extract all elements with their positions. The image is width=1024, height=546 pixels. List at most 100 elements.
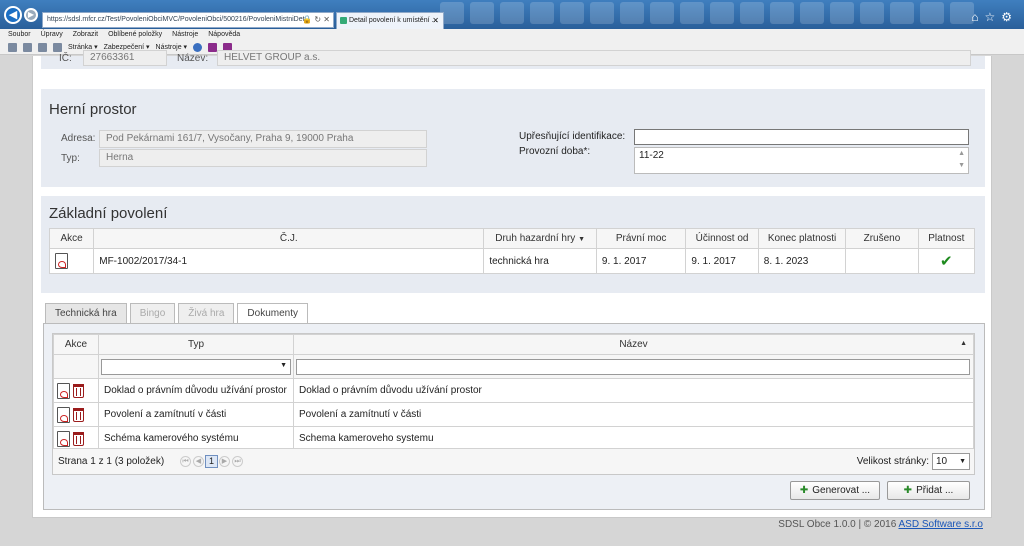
table-row: Povolení a zamítnutí v části Povolení a … — [53, 402, 974, 427]
ic-field: 27663361 — [83, 50, 167, 66]
documents-grid: Akce Typ Název ▲ ▼ Doklad o právním důvod… — [52, 333, 975, 475]
col-ucinnost[interactable]: Účinnost od — [685, 228, 759, 249]
trash-icon[interactable] — [73, 383, 84, 398]
trash-icon[interactable] — [73, 431, 84, 446]
doc-col-nazev[interactable]: Název ▲ — [293, 334, 974, 355]
menu-item-edit[interactable]: Úpravy — [41, 29, 63, 41]
table-row: MF-1002/2017/34-1 technická hra 9. 1. 20… — [48, 248, 976, 274]
cell-cj: MF-1002/2017/34-1 — [93, 248, 485, 274]
feeds-icon[interactable] — [23, 43, 32, 52]
ident-input[interactable] — [634, 129, 969, 145]
pdf-icon[interactable] — [55, 253, 68, 269]
dropdown-arrow-icon[interactable]: ▼ — [280, 362, 287, 369]
table-row: Schéma kamerového systému Schema kamerov… — [53, 426, 974, 451]
menu-item-favorites[interactable]: Oblíbené položky — [108, 29, 162, 41]
close-tab-icon[interactable]: ✕ — [432, 13, 439, 28]
forward-icon[interactable]: ▶ — [24, 8, 38, 22]
prev-page-icon[interactable]: ◀ — [193, 456, 204, 467]
add-button[interactable]: ✚ Přidat ... — [887, 481, 970, 500]
permit-header-row: Akce Č.J. Druh hazardní hry ▼ Právní moc… — [48, 228, 976, 249]
doc-col-typ[interactable]: Typ — [98, 334, 294, 355]
company-link[interactable]: ASD Software s.r.o — [899, 519, 983, 530]
pager-controls: ⏮ ◀ 1 ▶ ⏭ — [179, 455, 244, 468]
nazev-filter-input[interactable] — [296, 358, 970, 375]
name-field: HELVET GROUP a.s. — [217, 50, 971, 66]
permit-title: Základní povolení — [49, 205, 168, 222]
version-text: SDSL Obce 1.0.0 | © 2016 — [778, 519, 897, 530]
last-page-icon[interactable]: ⏭ — [232, 456, 243, 467]
cell-konec: 8. 1. 2023 — [757, 248, 847, 274]
menu-item-file[interactable]: Soubor — [8, 29, 31, 41]
next-page-icon[interactable]: ▶ — [219, 456, 230, 467]
col-platnost[interactable]: Platnost — [917, 228, 976, 249]
col-druh[interactable]: Druh hazardní hry ▼ — [483, 228, 597, 249]
filter-row: ▼ — [53, 354, 974, 379]
doc-col-akce: Akce — [53, 334, 99, 355]
doc-cell-typ: Doklad o právním důvodu užívání prostor — [98, 378, 294, 403]
print-icon[interactable] — [53, 43, 62, 52]
dropdown-arrow-icon[interactable]: ▼ — [959, 454, 966, 469]
cell-zruseno — [845, 248, 919, 274]
cell-ucinnost: 9. 1. 2017 — [685, 248, 759, 274]
address-field: Pod Pekárnami 161/7, Vysočany, Praha 9, … — [99, 130, 427, 148]
pdf-icon[interactable] — [57, 430, 70, 447]
back-icon[interactable]: ◀ — [4, 6, 22, 24]
type-label: Typ: — [61, 153, 80, 164]
home-star-gear-icons[interactable]: ⌂☆⚙ — [971, 10, 1018, 24]
col-akce: Akce — [48, 228, 95, 249]
generate-label: Generovat ... — [812, 485, 871, 496]
permit-panel: Základní povolení Akce Č.J. Druh hazardn… — [41, 196, 985, 293]
menu-item-tools[interactable]: Nástroje — [172, 29, 198, 41]
ic-label: IČ: — [59, 53, 72, 64]
venue-panel: Herní prostor Adresa: Pod Pekárnami 161/… — [41, 89, 985, 187]
col-druh-label: Druh hazardní hry — [495, 233, 576, 244]
browser-tab[interactable]: Detail povolení k umístění ... ✕ — [336, 12, 444, 29]
sort-up-icon[interactable]: ▲ — [960, 340, 967, 347]
hours-value: 11-22 — [639, 150, 664, 161]
page-size-label: Velikost stránky: — [856, 456, 929, 467]
trash-icon[interactable] — [73, 407, 84, 422]
permit-table: Akce Č.J. Druh hazardní hry ▼ Právní moc… — [48, 228, 976, 274]
plus-icon: ✚ — [903, 485, 913, 496]
tab-dokumenty[interactable]: Dokumenty — [237, 303, 308, 324]
taskbar-icons — [440, 2, 980, 26]
col-zruseno[interactable]: Zrušeno — [845, 228, 919, 249]
col-pravni-moc[interactable]: Právní moc — [595, 228, 687, 249]
name-label: Název: — [177, 53, 209, 64]
doc-col-nazev-label: Název — [619, 339, 648, 350]
generate-button[interactable]: ✚ Generovat ... — [790, 481, 880, 500]
tab-strip: Technická hra Bingo Živá hra Dokumenty — [45, 303, 308, 324]
checkmark-icon: ✔ — [940, 253, 953, 270]
page-size-select[interactable]: 10 ▼ — [932, 453, 970, 470]
home-icon[interactable] — [8, 43, 17, 52]
col-konec[interactable]: Konec platnosti — [757, 228, 847, 249]
mail-icon[interactable] — [38, 43, 47, 52]
menu-item-help[interactable]: Nápověda — [208, 29, 240, 41]
hours-textarea[interactable]: 11-22 ▲ ▼ — [634, 147, 969, 174]
page-size-value: 10 — [936, 456, 948, 467]
first-page-icon[interactable]: ⏮ — [180, 456, 191, 467]
page-content: IČ: 27663361 Název: HELVET GROUP a.s. He… — [32, 50, 992, 518]
help-icon[interactable] — [193, 43, 203, 52]
address-bar[interactable]: https://sdsl.mfcr.cz/Test/PovoleniObciMV… — [42, 12, 334, 28]
col-cj[interactable]: Č.J. — [93, 228, 485, 249]
textarea-scroll-icon[interactable]: ▲ ▼ — [958, 148, 965, 172]
typ-filter-select[interactable]: ▼ — [101, 358, 291, 375]
page-number-button[interactable]: 1 — [205, 455, 218, 468]
cell-pravni-moc: 9. 1. 2017 — [595, 248, 687, 274]
address-label: Adresa: — [61, 133, 96, 144]
operator-panel: IČ: 27663361 Název: HELVET GROUP a.s. — [41, 50, 985, 69]
tab-technicka-hra[interactable]: Technická hra — [45, 303, 127, 323]
venue-title: Herní prostor — [49, 101, 137, 118]
hours-label: Provozní doba*: — [519, 146, 591, 157]
menu-bar: Soubor Úpravy Zobrazit Oblíbené položky … — [0, 29, 1024, 41]
cell-druh: technická hra — [483, 248, 597, 274]
addon-icon[interactable] — [208, 43, 218, 52]
table-row: Doklad o právním důvodu užívání prostor … — [53, 378, 974, 403]
pdf-icon[interactable] — [57, 382, 70, 399]
sort-down-icon[interactable]: ▼ — [578, 236, 585, 243]
add-label: Přidat ... — [916, 485, 954, 496]
doc-cell-nazev: Schema kameroveho systemu — [293, 426, 974, 451]
pdf-icon[interactable] — [57, 406, 70, 423]
menu-item-view[interactable]: Zobrazit — [73, 29, 98, 41]
